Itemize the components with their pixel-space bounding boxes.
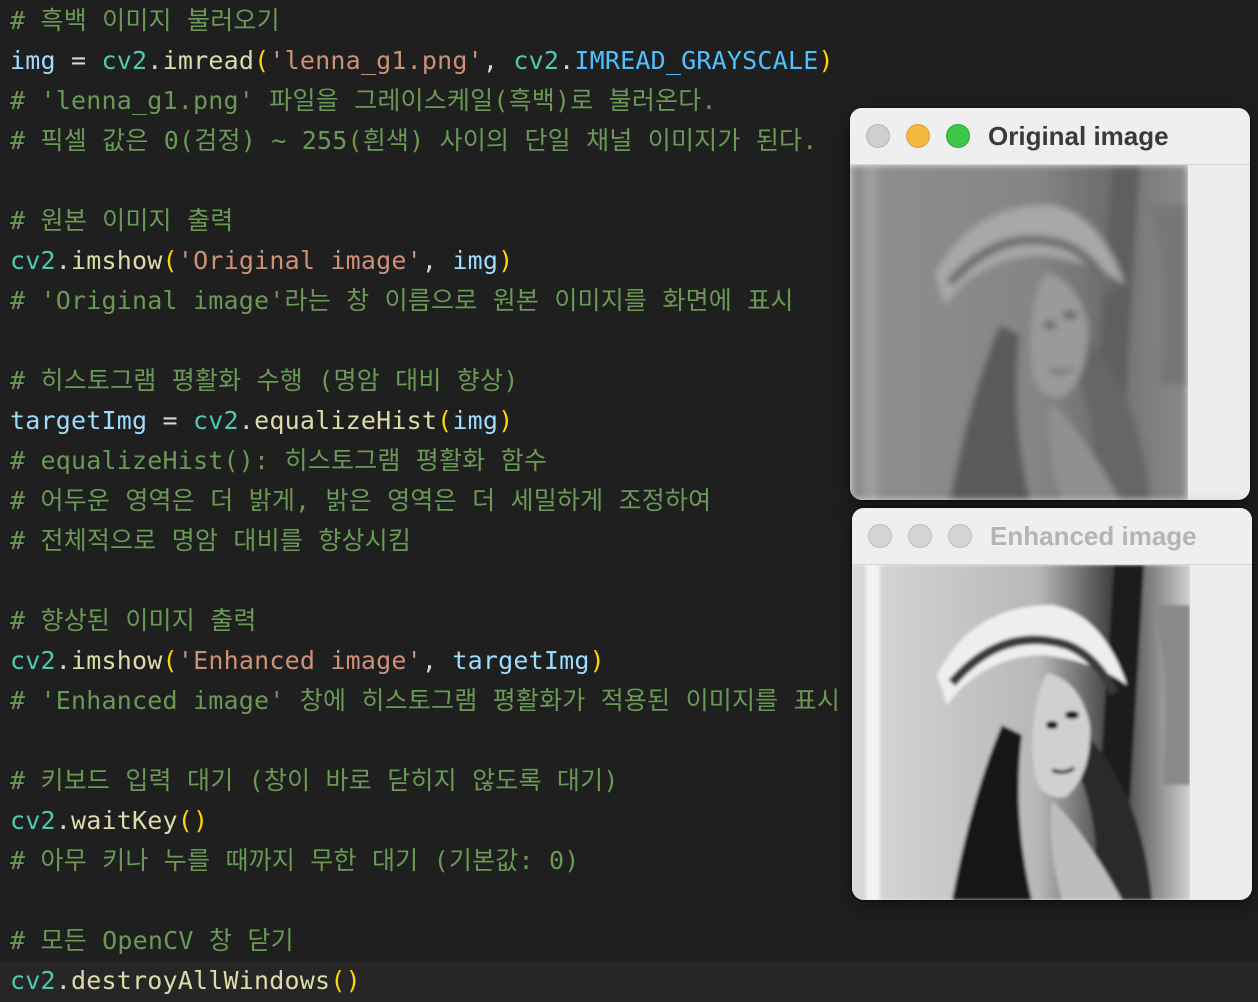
code-token: # 향상된 이미지 출력	[10, 606, 257, 635]
code-token: cv2	[193, 406, 239, 435]
zoom-window-button[interactable]	[946, 124, 970, 148]
code-token: .	[55, 246, 72, 275]
code-token: # 히스토그램 평활화 수행 (명암 대비 향상)	[10, 366, 519, 395]
code-token: (	[254, 46, 270, 75]
code-token: img	[452, 406, 499, 435]
code-token: 'lenna_g1.png'	[269, 46, 483, 75]
code-line[interactable]: # equalizeHist(): 히스토그램 평활화 함수	[10, 441, 547, 481]
code-token: =	[147, 406, 194, 435]
code-line[interactable]: cv2.waitKey()	[10, 801, 208, 841]
code-token: destroyAllWindows	[71, 966, 331, 995]
window-titlebar[interactable]: Original image	[850, 108, 1250, 165]
enhanced-image-window[interactable]: Enhanced image	[852, 508, 1252, 900]
window-titlebar[interactable]: Enhanced image	[852, 508, 1252, 565]
code-token: # 원본 이미지 출력	[10, 206, 234, 235]
code-token: )	[818, 46, 834, 75]
code-token: cv2	[101, 46, 148, 75]
code-token: # 어두운 영역은 더 밝게, 밝은 영역은 더 세밀하게 조정하여	[10, 486, 712, 515]
code-token: # 픽셀 값은 0(검정) ~ 255(흰색) 사이의 단일 채널 이미지가 된…	[10, 126, 818, 155]
code-token: # 'Original image'라는 창 이름으로 원본 이미지를 화면에 …	[10, 286, 794, 315]
code-token: # 모든 OpenCV 창 닫기	[10, 926, 294, 955]
code-token: imshow	[71, 246, 163, 275]
original-image-view	[850, 165, 1188, 500]
code-line[interactable]: img = cv2.imread('lenna_g1.png', cv2.IMR…	[10, 41, 834, 81]
code-token: 'Enhanced image'	[177, 646, 422, 675]
code-token: )	[589, 646, 605, 675]
code-line[interactable]: cv2.imshow('Enhanced image', targetImg)	[10, 641, 605, 681]
code-token: targetImg	[10, 406, 148, 435]
code-line[interactable]: # 어두운 영역은 더 밝게, 밝은 영역은 더 세밀하게 조정하여	[10, 481, 711, 521]
code-line[interactable]: # 향상된 이미지 출력	[10, 601, 257, 641]
code-token: ()	[330, 966, 361, 995]
code-line[interactable]: cv2.destroyAllWindows()	[0, 961, 1258, 1001]
code-line[interactable]: # 원본 이미지 출력	[10, 201, 233, 241]
code-token: # 아무 키나 누를 때까지 무한 대기 (기본값: 0)	[10, 846, 580, 875]
code-token: cv2	[10, 806, 56, 835]
code-token: .	[55, 646, 72, 675]
code-token: cv2	[10, 246, 56, 275]
code-line[interactable]: # 아무 키나 누를 때까지 무한 대기 (기본값: 0)	[10, 841, 579, 881]
code-token: cv2	[10, 966, 56, 995]
code-line[interactable]: # 'lenna_g1.png' 파일을 그레이스케일(흑백)로 불러온다.	[10, 81, 717, 121]
code-token: .	[238, 406, 255, 435]
code-token: 'Original image'	[177, 246, 422, 275]
window-title: Enhanced image	[990, 521, 1197, 551]
close-window-button[interactable]	[866, 124, 890, 148]
code-token: waitKey	[71, 806, 178, 835]
code-token: img	[10, 46, 56, 75]
code-token: targetImg	[452, 646, 590, 675]
code-token: ,	[421, 646, 453, 675]
code-token: # 키보드 입력 대기 (창이 바로 닫히지 않도록 대기)	[10, 766, 619, 795]
close-window-button[interactable]	[868, 524, 892, 548]
code-token: # 'lenna_g1.png' 파일을 그레이스케일(흑백)로 불러온다.	[10, 86, 717, 115]
code-token: equalizeHist	[254, 406, 438, 435]
code-line[interactable]: # 키보드 입력 대기 (창이 바로 닫히지 않도록 대기)	[10, 761, 619, 801]
code-line[interactable]: # 흑백 이미지 불러오기	[10, 1, 280, 41]
code-line[interactable]: cv2.imshow('Original image', img)	[10, 241, 513, 281]
code-line[interactable]: # 'Original image'라는 창 이름으로 원본 이미지를 화면에 …	[10, 281, 794, 321]
code-line[interactable]: # 전체적으로 명암 대비를 향상시킴	[10, 521, 411, 561]
minimize-window-button[interactable]	[906, 124, 930, 148]
code-token: # 전체적으로 명암 대비를 향상시킴	[10, 526, 412, 555]
code-token: .	[55, 966, 72, 995]
code-token: # equalizeHist(): 히스토그램 평활화 함수	[10, 446, 548, 475]
code-token: # 흑백 이미지 불러오기	[10, 6, 280, 35]
code-token: ,	[482, 46, 514, 75]
code-token: # 'Enhanced image' 창에 히스토그램 평활화가 적용된 이미지…	[10, 686, 841, 715]
code-line[interactable]: targetImg = cv2.equalizeHist(img)	[10, 401, 513, 441]
code-token: IMREAD_GRAYSCALE	[574, 46, 819, 75]
zoom-window-button[interactable]	[948, 524, 972, 548]
code-token: (	[162, 646, 178, 675]
code-token: imread	[162, 46, 255, 75]
code-token: )	[498, 246, 514, 275]
code-token: img	[452, 246, 499, 275]
enhanced-image-view	[852, 565, 1190, 900]
code-token: ,	[421, 246, 453, 275]
code-token: .	[147, 46, 163, 75]
code-token: )	[498, 406, 514, 435]
code-token: ()	[177, 806, 209, 835]
window-title: Original image	[988, 121, 1169, 151]
code-token: =	[55, 46, 102, 75]
code-token: .	[559, 46, 575, 75]
code-token: (	[437, 406, 453, 435]
code-token: imshow	[71, 646, 163, 675]
code-token: (	[162, 246, 178, 275]
code-line[interactable]: # 픽셀 값은 0(검정) ~ 255(흰색) 사이의 단일 채널 이미지가 된…	[10, 121, 817, 161]
code-token: cv2	[10, 646, 56, 675]
code-token: cv2	[513, 46, 560, 75]
minimize-window-button[interactable]	[908, 524, 932, 548]
code-token: .	[55, 806, 72, 835]
original-image-window[interactable]: Original image	[850, 108, 1250, 500]
code-line[interactable]: # 모든 OpenCV 창 닫기	[10, 921, 294, 961]
code-line[interactable]: # 히스토그램 평활화 수행 (명암 대비 향상)	[10, 361, 518, 401]
code-line[interactable]: # 'Enhanced image' 창에 히스토그램 평활화가 적용된 이미지…	[10, 681, 840, 721]
